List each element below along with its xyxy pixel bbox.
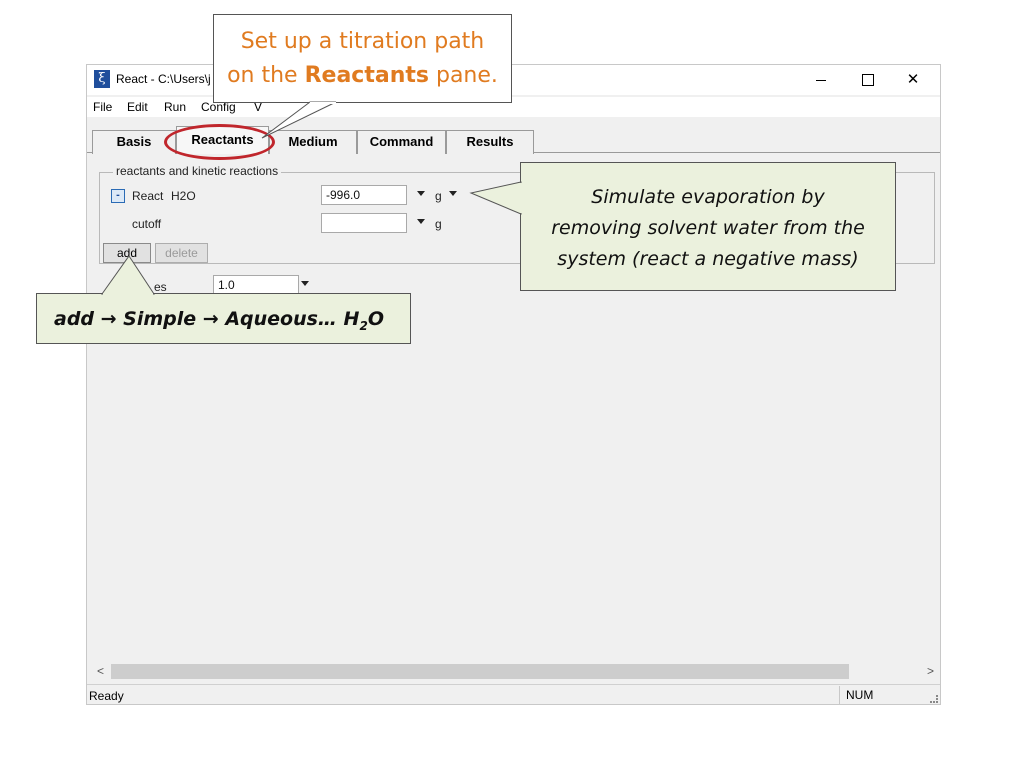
add-path-text: add → Simple → Aqueous… H (54, 308, 360, 330)
resize-grip-icon[interactable] (930, 695, 938, 703)
add-button[interactable]: add (103, 243, 151, 263)
species-label[interactable]: H2O (171, 189, 196, 203)
app-icon: ξ (94, 70, 110, 88)
scroll-right-button[interactable]: > (922, 663, 939, 680)
mass-unit-label[interactable]: g (435, 189, 442, 203)
add-path-subscript: 2 (359, 318, 368, 333)
reactants-tab-highlight-ring (164, 124, 275, 160)
horizontal-scrollbar[interactable]: < > (92, 663, 939, 680)
delxi-label: es (154, 280, 167, 294)
menu-run[interactable]: Run (164, 100, 186, 114)
delxi-input[interactable] (213, 275, 299, 295)
cutoff-dropdown-arrow-icon[interactable] (417, 219, 425, 224)
cutoff-label: cutoff (132, 217, 162, 231)
titration-callout-line1: Set up a titration path (240, 29, 485, 54)
evaporation-callout-line3: system (react a negative mass) (557, 248, 859, 270)
status-bar: Ready NUM (87, 684, 940, 705)
close-button[interactable]: ✕ (890, 65, 936, 95)
titration-callout: Set up a titration path on the Reactants… (213, 14, 512, 103)
evaporation-callout: Simulate evaporation by removing solvent… (520, 162, 896, 291)
add-path-end: O (367, 308, 384, 330)
delxi-dropdown-arrow-icon[interactable] (301, 281, 309, 286)
evaporation-callout-line1: Simulate evaporation by (591, 186, 825, 208)
mass-dropdown-arrow-icon[interactable] (417, 191, 425, 196)
tab-command[interactable]: Command (357, 130, 446, 154)
titration-callout-pane: pane. (428, 63, 498, 88)
window-title: React - C:\Users\j (116, 72, 211, 86)
mass-input[interactable] (321, 185, 407, 205)
menu-edit[interactable]: Edit (127, 100, 148, 114)
minimize-button[interactable] (798, 65, 844, 95)
delete-button[interactable]: delete (155, 243, 208, 263)
menu-file[interactable]: File (93, 100, 112, 114)
maximize-button[interactable] (844, 65, 890, 95)
unit-dropdown-arrow-icon[interactable] (449, 191, 457, 196)
evaporation-callout-line2: removing solvent water from the (551, 217, 865, 239)
titration-callout-line2: on the Reactants pane. (214, 59, 511, 93)
react-window: ξ React - C:\Users\j ✕ File Edit Run Con… (86, 64, 941, 705)
tab-results[interactable]: Results (446, 130, 534, 154)
cutoff-input[interactable] (321, 213, 407, 233)
num-lock-indicator: NUM (839, 686, 883, 704)
react-label: React (132, 189, 164, 203)
add-path-callout: add → Simple → Aqueous… H2O (36, 293, 411, 344)
titration-callout-reactants: Reactants (304, 63, 429, 88)
titration-callout-on-the: on the (227, 63, 305, 88)
scroll-thumb[interactable] (111, 664, 849, 679)
group-title: reactants and kinetic reactions (113, 164, 282, 178)
tab-medium[interactable]: Medium (269, 130, 357, 154)
cutoff-unit-label: g (435, 217, 442, 231)
scroll-left-button[interactable]: < (92, 663, 109, 680)
status-text: Ready (89, 689, 124, 703)
remove-reactant-button[interactable]: - (111, 189, 125, 203)
